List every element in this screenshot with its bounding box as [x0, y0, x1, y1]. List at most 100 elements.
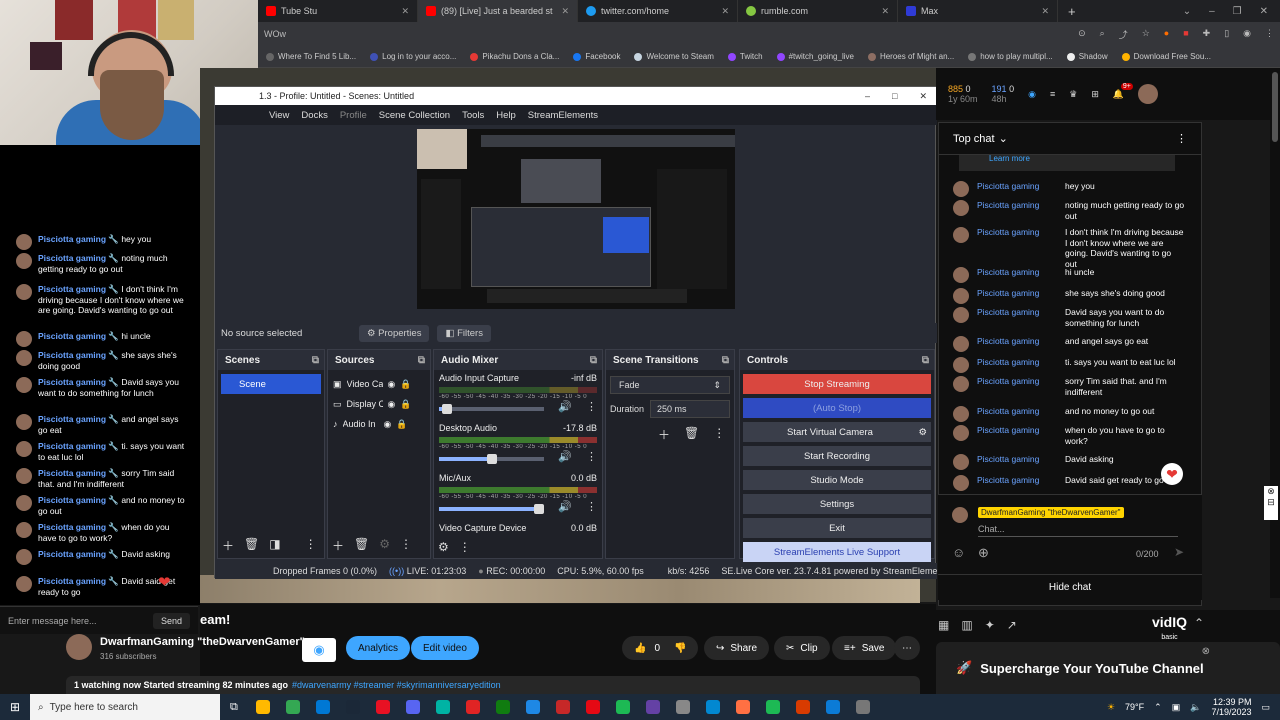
- exit-button[interactable]: Exit: [743, 518, 931, 538]
- taskbar-app-icon[interactable]: [345, 700, 360, 714]
- close-icon[interactable]: ✕: [1260, 6, 1268, 17]
- taskbar-app-icon[interactable]: [855, 700, 870, 714]
- streamelements-support-button[interactable]: StreamElements Live Support: [743, 542, 931, 562]
- notifications-icon[interactable]: 🔔 9+: [1113, 82, 1133, 100]
- share-icon[interactable]: ⤴: [1119, 28, 1128, 41]
- thumbs-down-icon[interactable]: 👎: [674, 643, 686, 654]
- overlay-chat-placeholder[interactable]: Enter message here...: [8, 616, 97, 626]
- popout-icon[interactable]: ⧉: [722, 355, 729, 366]
- chevron-up-icon[interactable]: ⌃: [1194, 616, 1204, 630]
- maximize-icon[interactable]: □: [892, 91, 897, 102]
- puzzle-icon[interactable]: ✚: [1203, 28, 1211, 41]
- vidiq-button[interactable]: ◉: [302, 638, 336, 662]
- popout-icon[interactable]: ⧉: [312, 355, 319, 366]
- emoji-icon[interactable]: ☺: [952, 545, 965, 560]
- lock-icon[interactable]: 🔒: [400, 399, 411, 410]
- bookmark-item[interactable]: Shadow: [1066, 52, 1108, 61]
- popout-icon[interactable]: ⧉: [418, 355, 425, 366]
- taskbar-app-icon[interactable]: [405, 700, 420, 714]
- more-icon[interactable]: ⋮: [586, 450, 597, 463]
- browser-tab[interactable]: Tube Stu ✕: [258, 0, 418, 22]
- account-avatar[interactable]: [1138, 84, 1159, 104]
- profile-avatar[interactable]: ◉: [1243, 28, 1251, 41]
- twitter-icon[interactable]: ✦: [985, 618, 995, 632]
- taskbar-app-icon[interactable]: [705, 700, 720, 714]
- taskbar-app-icon[interactable]: [375, 700, 390, 714]
- vidiq-icon[interactable]: ◉: [1028, 89, 1036, 100]
- chevron-down-icon[interactable]: ⌄: [999, 132, 1008, 145]
- heart-reaction-icon[interactable]: ❤: [1161, 463, 1183, 485]
- add-icon[interactable]: ＋: [658, 426, 670, 443]
- popout-icon[interactable]: ⧉: [922, 355, 929, 366]
- chart-icon[interactable]: ▥: [961, 618, 972, 632]
- taskbar-app-icon[interactable]: [555, 700, 570, 714]
- minimize-icon[interactable]: –: [865, 91, 870, 102]
- close-icon[interactable]: ✕: [881, 6, 889, 17]
- taskbar-app-icon[interactable]: [315, 700, 330, 714]
- more-icon[interactable]: ⋮: [1176, 132, 1187, 145]
- network-icon[interactable]: ▣: [1172, 702, 1181, 713]
- edit-video-button[interactable]: Edit video: [411, 636, 479, 660]
- speaker-icon[interactable]: 🔊: [558, 500, 572, 513]
- taskbar-app-icon[interactable]: [645, 700, 660, 714]
- browser-tab[interactable]: rumble.com ✕: [738, 0, 898, 22]
- source-item[interactable]: ▣ Video Ca ◉ 🔒: [328, 374, 430, 394]
- menu-help[interactable]: Help: [496, 110, 516, 121]
- taskbar-app-icon[interactable]: [765, 700, 780, 714]
- menu-docks[interactable]: Docks: [301, 110, 327, 121]
- eye-icon[interactable]: ◉: [388, 379, 396, 390]
- more-icon[interactable]: ⋮: [400, 537, 412, 554]
- bookmark-item[interactable]: Pikachu Dons a Cla...: [470, 52, 559, 61]
- more-icon[interactable]: ⋮: [586, 500, 597, 513]
- volume-icon[interactable]: 🔈: [1190, 702, 1201, 713]
- add-icon[interactable]: ⊕: [978, 545, 989, 561]
- close-icon[interactable]: ⊗: [1202, 646, 1210, 657]
- restore-icon[interactable]: ❐: [1233, 6, 1242, 17]
- vidiq-promo-card[interactable]: 🚀 Supercharge Your YouTube Channel ⊗: [936, 642, 1280, 694]
- taskbar-app-icon[interactable]: [825, 700, 840, 714]
- close-icon[interactable]: ✕: [919, 91, 927, 102]
- channel-name[interactable]: DwarfmanGaming "theDwarvenGamer": [100, 636, 305, 648]
- bookmark-item[interactable]: Facebook: [573, 52, 620, 61]
- learn-more-link[interactable]: Learn more: [959, 155, 1175, 171]
- studio-mode-button[interactable]: Studio Mode: [743, 470, 931, 490]
- chat-input[interactable]: Chat...: [978, 524, 1178, 537]
- start-button[interactable]: ⊞: [0, 694, 30, 720]
- taskbar-app-icon[interactable]: [735, 700, 750, 714]
- trophy-icon[interactable]: ♛: [1069, 89, 1077, 100]
- grid-icon[interactable]: ▦: [938, 618, 949, 632]
- bookmark-star-icon[interactable]: ☆: [1142, 28, 1150, 41]
- clock[interactable]: 12:39 PM 7/19/2023: [1211, 697, 1251, 717]
- address-bar[interactable]: WOw ⊙ ⌕ ⤴ ☆ ● ■ ✚ ▯ ◉ ⋮: [258, 22, 1280, 46]
- task-view-icon[interactable]: ⧉: [230, 701, 238, 714]
- bookmark-item[interactable]: Log in to your acco...: [370, 52, 456, 61]
- extension-icon[interactable]: ■: [1183, 28, 1188, 41]
- analytics-button[interactable]: Analytics: [346, 636, 411, 660]
- auto-stop-button[interactable]: (Auto Stop): [743, 398, 931, 418]
- scene-item[interactable]: Scene: [221, 374, 321, 394]
- properties-button[interactable]: ⚙ Properties: [359, 324, 430, 342]
- add-icon[interactable]: ＋: [332, 537, 344, 554]
- filters-button[interactable]: ◧ Filters: [437, 324, 491, 342]
- send-button[interactable]: Send: [152, 612, 190, 629]
- bookmark-item[interactable]: Heroes of Might an...: [867, 52, 954, 61]
- add-icon[interactable]: ＋: [222, 537, 234, 554]
- bookmark-item[interactable]: Where To Find 5 Lib...: [266, 52, 356, 61]
- lens-icon[interactable]: ⊙: [1078, 28, 1086, 41]
- menu-scene-collection[interactable]: Scene Collection: [379, 110, 450, 121]
- obs-preview[interactable]: [417, 129, 735, 309]
- taskbar-app-icon[interactable]: [465, 700, 480, 714]
- taskbar-app-icon[interactable]: [495, 700, 510, 714]
- close-icon[interactable]: ✕: [561, 6, 569, 17]
- bookmark-item[interactable]: how to play multipl...: [968, 52, 1053, 61]
- send-icon[interactable]: ➤: [1174, 545, 1184, 559]
- close-icon[interactable]: ✕: [721, 6, 729, 17]
- browser-tab-active[interactable]: (89) [Live] Just a bearded st ✕: [418, 0, 578, 22]
- trash-icon[interactable]: 🗑: [684, 426, 699, 443]
- notification-center-icon[interactable]: ▭: [1261, 702, 1270, 713]
- create-video-icon[interactable]: ⊞: [1091, 89, 1099, 100]
- start-recording-button[interactable]: Start Recording: [743, 446, 931, 466]
- save-button[interactable]: ≡+ Save: [832, 636, 897, 660]
- side-tool-panel[interactable]: ⊗ ⊟: [1264, 486, 1278, 520]
- more-icon[interactable]: ⋮: [305, 537, 317, 554]
